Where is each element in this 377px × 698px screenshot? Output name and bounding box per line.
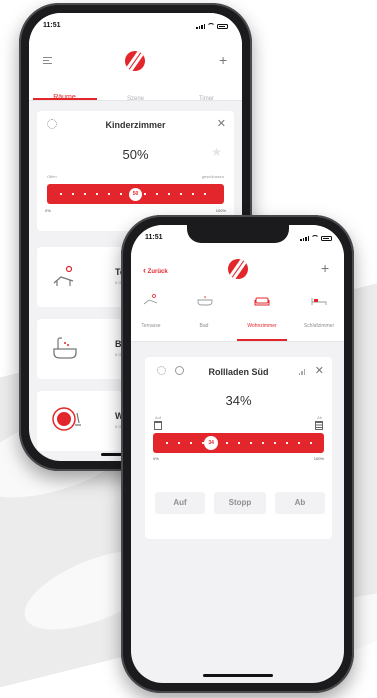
device-card: Kinderzimmer ✕ 50% ★ Offen geschlossen 5… xyxy=(37,111,234,231)
up-button[interactable]: Auf xyxy=(155,492,205,514)
back-button[interactable]: ‹ Zurück xyxy=(143,265,168,275)
close-icon[interactable]: ✕ xyxy=(315,364,324,377)
slider-label-open: Offen xyxy=(47,174,57,179)
brand-logo xyxy=(228,259,248,279)
tab-label: Szene xyxy=(126,96,144,102)
tab-terrasse[interactable]: Terrasse xyxy=(131,287,171,342)
room-tab-bar: Terrasse Bad Wohnzimmer Schlafzimmer xyxy=(131,287,344,342)
close-icon[interactable]: ✕ xyxy=(217,117,226,130)
signal-icon xyxy=(196,23,205,29)
favorite-star-icon[interactable]: ★ xyxy=(211,145,222,159)
status-time: 11:51 xyxy=(43,22,61,29)
record-player-icon xyxy=(51,403,83,435)
tab-active-underline xyxy=(33,98,97,100)
front-phone-screen: 11:51 ‹ Zurück + Terrasse Bad Wohnzimmer… xyxy=(131,225,344,683)
scale-min: 0% xyxy=(153,456,159,461)
tab-timer[interactable]: Timer xyxy=(171,87,242,105)
tab-bar: Räume Szene Timer xyxy=(29,83,242,104)
device-card: Rollladen Süd ✕ 34% Auf Ab 34 0% 100% Au… xyxy=(145,357,332,539)
knob-value: 34 xyxy=(208,440,214,446)
tab-label: Schlafzimmer xyxy=(303,323,335,329)
status-time: 11:51 xyxy=(145,234,163,241)
back-label: Zurück xyxy=(147,269,168,275)
slider-label-down: Ab xyxy=(317,415,322,420)
knob-value: 50 xyxy=(132,190,139,197)
battery-icon xyxy=(217,23,228,29)
stop-button[interactable]: Stopp xyxy=(214,492,266,514)
lounger-icon xyxy=(51,263,77,289)
button-label: Ab xyxy=(294,498,306,507)
position-slider[interactable]: 34 xyxy=(153,433,324,453)
bathtub-icon xyxy=(51,335,79,363)
percent-readout: 34% xyxy=(225,393,252,408)
tab-label: Bad xyxy=(199,323,209,329)
status-icons xyxy=(196,23,228,29)
tab-wohnzimmer[interactable]: Wohnzimmer xyxy=(235,287,289,342)
button-label: Stopp xyxy=(228,498,252,507)
slider-track-dots xyxy=(161,442,316,444)
scale-max: 100% xyxy=(215,208,226,213)
home-indicator xyxy=(203,674,273,677)
sofa-icon xyxy=(254,294,270,312)
scale-min: 0% xyxy=(45,208,51,213)
slider-knob[interactable]: 34 xyxy=(204,436,219,450)
slider-label-up: Auf xyxy=(155,415,162,420)
tab-active-underline xyxy=(237,339,287,341)
shutter-open-icon xyxy=(154,421,162,430)
notch xyxy=(187,225,289,243)
status-icons xyxy=(300,235,332,241)
lounger-icon xyxy=(143,293,159,312)
tab-label: Terrasse xyxy=(141,323,161,329)
tab-label: Wohnzimmer xyxy=(247,323,277,329)
tab-bad[interactable]: Bad xyxy=(179,287,229,342)
slider-label-closed: geschlossen xyxy=(201,174,224,179)
brand-logo xyxy=(125,51,145,71)
tab-raeume[interactable]: Räume xyxy=(29,86,100,104)
tab-label: Timer xyxy=(198,96,215,102)
bed-icon xyxy=(311,294,327,312)
bathtub-icon xyxy=(197,293,213,312)
card-title: Kinderzimmer xyxy=(105,120,166,130)
percent-readout: 50% xyxy=(122,147,149,162)
scale-max: 100% xyxy=(313,456,324,461)
button-label: Auf xyxy=(173,498,187,507)
shutter-closed-icon xyxy=(315,421,323,430)
chevron-left-icon: ‹ xyxy=(143,265,146,275)
signal-strength-icon xyxy=(298,369,305,375)
tab-schlafzimmer[interactable]: Schlafzimmer xyxy=(294,287,344,342)
menu-icon[interactable] xyxy=(43,57,52,64)
add-icon[interactable]: + xyxy=(321,261,329,275)
down-button[interactable]: Ab xyxy=(275,492,325,514)
battery-icon xyxy=(321,235,332,241)
position-slider[interactable]: 50 xyxy=(47,184,224,204)
add-icon[interactable]: + xyxy=(219,53,227,67)
tab-szene[interactable]: Szene xyxy=(100,87,171,105)
signal-icon xyxy=(300,235,309,241)
slider-knob[interactable]: 50 xyxy=(129,187,142,201)
wifi-icon xyxy=(207,23,215,29)
wifi-icon xyxy=(311,235,319,241)
front-phone: 11:51 ‹ Zurück + Terrasse Bad Wohnzimmer… xyxy=(121,215,354,693)
